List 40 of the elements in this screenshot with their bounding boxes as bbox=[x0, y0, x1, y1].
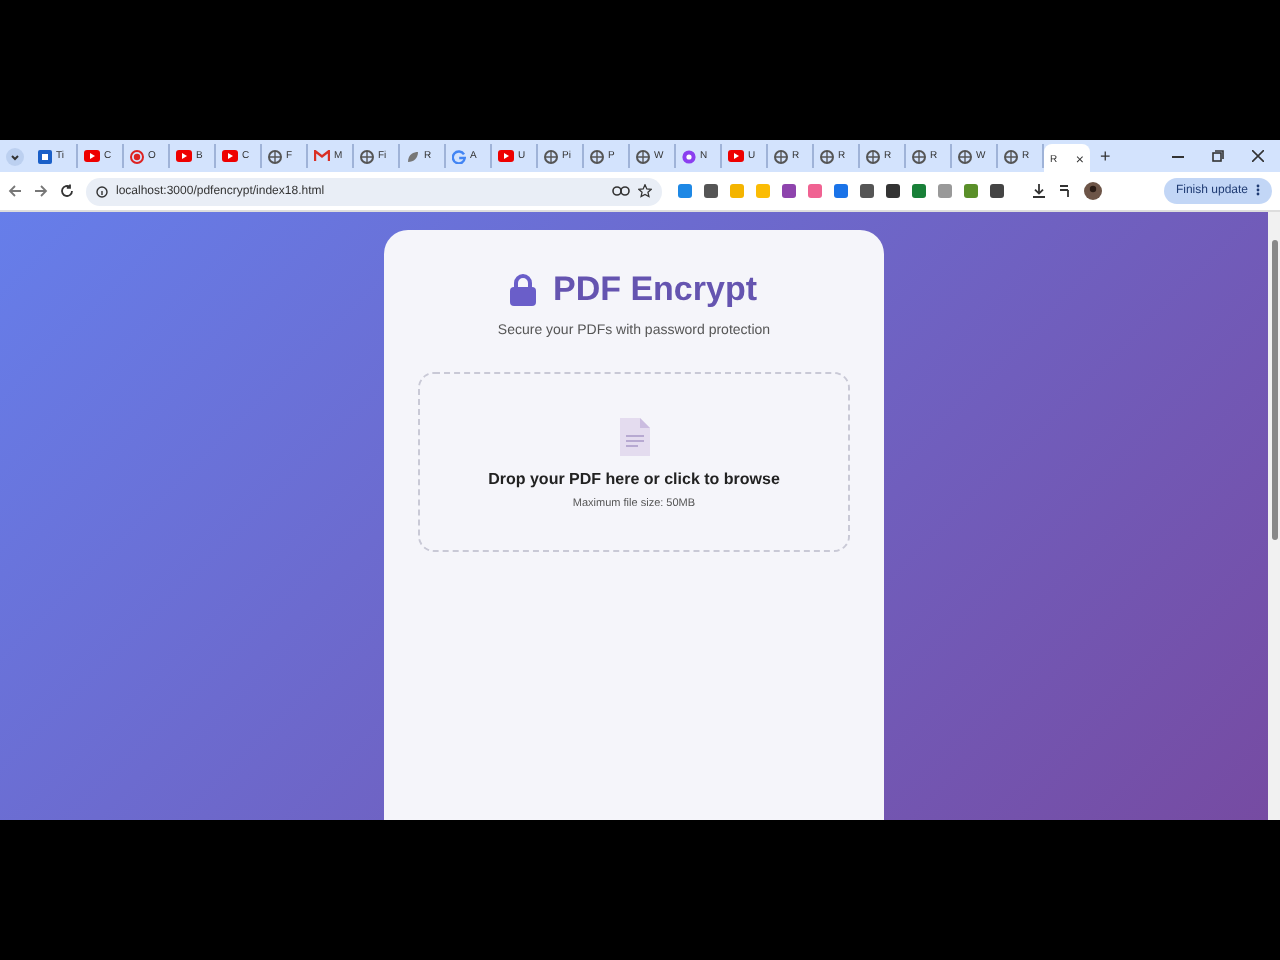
reload-icon[interactable] bbox=[60, 184, 74, 198]
globe-icon bbox=[774, 149, 788, 163]
play-icon bbox=[498, 150, 514, 162]
play-icon bbox=[222, 150, 238, 162]
close-icon[interactable] bbox=[1252, 150, 1264, 162]
globe-icon bbox=[590, 149, 604, 163]
play-icon bbox=[176, 150, 192, 162]
play-icon bbox=[728, 150, 744, 162]
google-icon bbox=[452, 149, 466, 163]
info-icon bbox=[96, 185, 108, 197]
globe-icon bbox=[360, 149, 374, 163]
app-icon bbox=[38, 149, 52, 163]
globe-icon bbox=[820, 149, 834, 163]
play-icon bbox=[84, 150, 100, 162]
app-title: PDF Encrypt bbox=[552, 270, 758, 310]
star-icon[interactable] bbox=[638, 184, 652, 198]
avatar-icon[interactable] bbox=[1084, 182, 1102, 200]
document-icon bbox=[619, 418, 649, 456]
leaf-icon bbox=[406, 149, 420, 163]
ring-icon bbox=[130, 149, 144, 163]
globe-icon bbox=[544, 149, 558, 163]
globe-icon bbox=[958, 149, 972, 163]
tab-search-icon[interactable] bbox=[6, 147, 24, 165]
mail-icon bbox=[314, 150, 330, 162]
globe-icon bbox=[636, 149, 650, 163]
download-icon[interactable] bbox=[1032, 184, 1046, 198]
key-icon[interactable] bbox=[612, 186, 630, 196]
drop-heading: Drop your PDF here or click to browse bbox=[488, 470, 780, 488]
minimize-icon[interactable] bbox=[1172, 155, 1184, 157]
globe-icon bbox=[866, 149, 880, 163]
app-icon bbox=[682, 149, 696, 163]
back-icon[interactable] bbox=[8, 184, 22, 198]
lock-icon bbox=[510, 274, 537, 306]
globe-icon bbox=[1004, 149, 1018, 163]
restore-icon[interactable] bbox=[1212, 150, 1224, 162]
scrollbar[interactable] bbox=[1268, 212, 1280, 820]
globe-icon bbox=[268, 149, 282, 163]
new-tab-button[interactable]: + bbox=[1100, 146, 1111, 166]
forward-icon[interactable] bbox=[34, 184, 48, 198]
globe-icon bbox=[912, 149, 926, 163]
